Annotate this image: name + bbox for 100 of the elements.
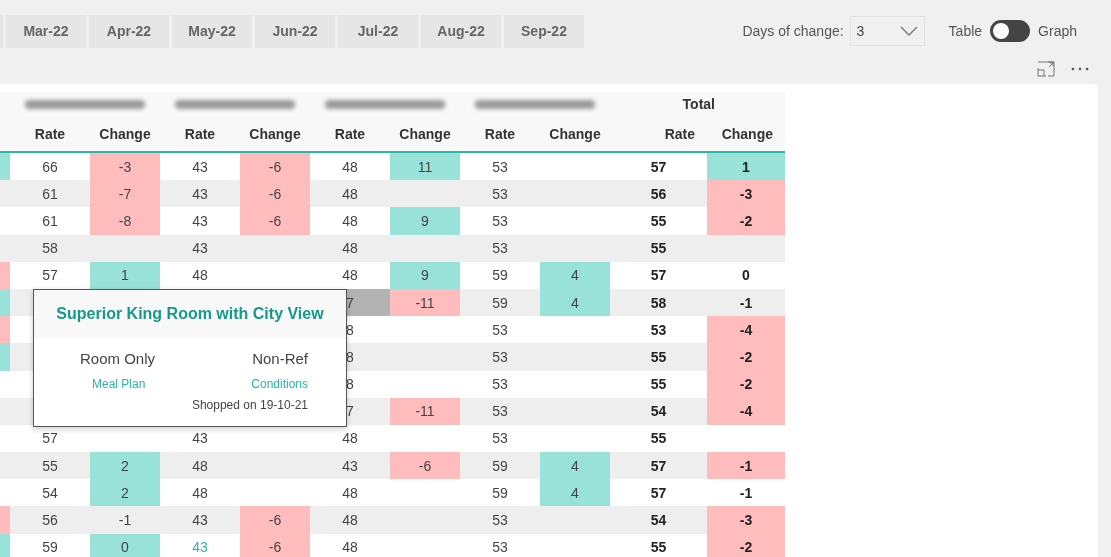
table-cell: -6 bbox=[240, 506, 310, 534]
table-cell: 11 bbox=[390, 152, 460, 181]
table-cell: 57 bbox=[610, 261, 707, 289]
column-header[interactable]: Change bbox=[707, 116, 785, 152]
table-cell: 4 bbox=[540, 452, 610, 480]
table-cell: 53 bbox=[460, 506, 540, 534]
column-header[interactable]: Rate bbox=[460, 116, 540, 152]
table-cell: 55 bbox=[610, 234, 707, 262]
table-cell: 1 bbox=[707, 152, 785, 181]
table-cell: 53 bbox=[610, 316, 707, 344]
month-tab[interactable]: Jul-22 bbox=[338, 14, 418, 48]
table-cell: 53 bbox=[460, 370, 540, 398]
table-cell: -6 bbox=[240, 533, 310, 557]
month-tab[interactable]: Jun-22 bbox=[255, 14, 335, 48]
column-header[interactable]: Rate bbox=[610, 116, 707, 152]
table-cell: 58 bbox=[610, 288, 707, 317]
table-cell: 0 bbox=[90, 533, 160, 557]
month-tab[interactable]: Aug-22 bbox=[421, 14, 501, 48]
table-cell: 2 bbox=[90, 452, 160, 480]
chevron-icon bbox=[899, 26, 918, 36]
table-cell: -6 bbox=[390, 452, 460, 480]
table-cell: 0 bbox=[707, 261, 785, 289]
days-dropdown[interactable]: 3 bbox=[849, 16, 925, 46]
table-cell: -6 bbox=[240, 152, 310, 181]
table-cell: 66 bbox=[10, 152, 90, 181]
table-cell: 53 bbox=[460, 207, 540, 235]
table-cell: -1 bbox=[707, 479, 785, 507]
table-cell: 48 bbox=[310, 506, 390, 534]
table-cell: 48 bbox=[310, 261, 390, 289]
column-header[interactable]: Rate bbox=[160, 116, 240, 152]
table-cell: -1 bbox=[707, 288, 785, 317]
table-cell: 55 bbox=[610, 207, 707, 235]
table-cell: 1 bbox=[90, 261, 160, 289]
table-cell: 54 bbox=[610, 506, 707, 534]
column-header[interactable]: Rate bbox=[310, 116, 390, 152]
column-header[interactable]: Change bbox=[390, 116, 460, 152]
table-cell: -2 bbox=[707, 207, 785, 235]
table-cell: 53 bbox=[460, 424, 540, 453]
column-header[interactable]: Change bbox=[540, 116, 610, 152]
table-cell: 55 bbox=[610, 533, 707, 557]
table-cell: -8 bbox=[90, 207, 160, 235]
table-cell: -4 bbox=[707, 316, 785, 344]
table-cell: 48 bbox=[310, 533, 390, 557]
table-cell: 48 bbox=[310, 234, 390, 262]
table-cell: 48 bbox=[310, 207, 390, 235]
table-cell: -11 bbox=[390, 397, 460, 425]
table-cell: 57 bbox=[610, 452, 707, 480]
table-cell: 53 bbox=[460, 234, 540, 262]
group-header: Total bbox=[682, 96, 715, 112]
conditions-value: Non-Ref bbox=[252, 350, 308, 367]
table-cell: 53 bbox=[460, 397, 540, 425]
table-cell: 43 bbox=[160, 533, 240, 557]
table-cell: -3 bbox=[707, 506, 785, 534]
table-cell: 53 bbox=[460, 180, 540, 208]
month-tab[interactable]: Mar-22 bbox=[6, 14, 86, 48]
table-cell: 55 bbox=[610, 370, 707, 398]
table-cell: -3 bbox=[707, 180, 785, 208]
table-cell: 43 bbox=[160, 152, 240, 181]
table-cell: 4 bbox=[540, 261, 610, 289]
table-cell: 2 bbox=[90, 479, 160, 507]
column-header[interactable]: Change bbox=[240, 116, 310, 152]
table-cell: 55 bbox=[610, 343, 707, 371]
graph-label: Graph bbox=[1038, 23, 1077, 39]
table-cell: 59 bbox=[460, 261, 540, 289]
table-cell: 43 bbox=[160, 207, 240, 235]
table-cell: -6 bbox=[240, 180, 310, 208]
column-header[interactable]: Rate bbox=[10, 116, 90, 152]
month-tab[interactable]: Apr-22 bbox=[89, 14, 169, 48]
table-cell: 4 bbox=[540, 288, 610, 317]
shopped-date: Shopped on 19-10-21 bbox=[191, 398, 308, 412]
table-cell: 59 bbox=[460, 479, 540, 507]
more-options-icon[interactable] bbox=[1071, 66, 1089, 72]
column-header[interactable]: Change bbox=[90, 116, 160, 152]
table-cell: 53 bbox=[460, 316, 540, 344]
table-cell: -2 bbox=[707, 533, 785, 557]
table-cell: 57 bbox=[10, 424, 90, 453]
table-cell: 57 bbox=[610, 479, 707, 507]
table-cell: 61 bbox=[10, 207, 90, 235]
table-cell: 59 bbox=[460, 452, 540, 480]
table-cell: 48 bbox=[310, 479, 390, 507]
month-tab[interactable]: Sep-22 bbox=[504, 14, 584, 48]
table-cell: 54 bbox=[610, 397, 707, 425]
table-cell: 43 bbox=[160, 180, 240, 208]
table-cell: 9 bbox=[390, 207, 460, 235]
table-cell: 43 bbox=[310, 452, 390, 480]
table-cell: 55 bbox=[10, 452, 90, 480]
table-cell: -7 bbox=[90, 180, 160, 208]
table-cell: 61 bbox=[10, 180, 90, 208]
table-cell: 54 bbox=[10, 479, 90, 507]
table-cell: 55 bbox=[610, 424, 707, 453]
table-cell: 48 bbox=[160, 452, 240, 480]
table-cell: 57 bbox=[10, 261, 90, 289]
month-tab[interactable]: May-22 bbox=[172, 14, 252, 48]
days-of-change-label: Days of change: bbox=[742, 23, 844, 39]
table-cell: 4 bbox=[540, 479, 610, 507]
view-toggle[interactable] bbox=[990, 20, 1031, 42]
conditions-label: Conditions bbox=[251, 377, 308, 391]
table-cell: 48 bbox=[160, 261, 240, 289]
table-cell: 53 bbox=[460, 343, 540, 371]
focus-mode-icon[interactable] bbox=[1037, 61, 1055, 77]
